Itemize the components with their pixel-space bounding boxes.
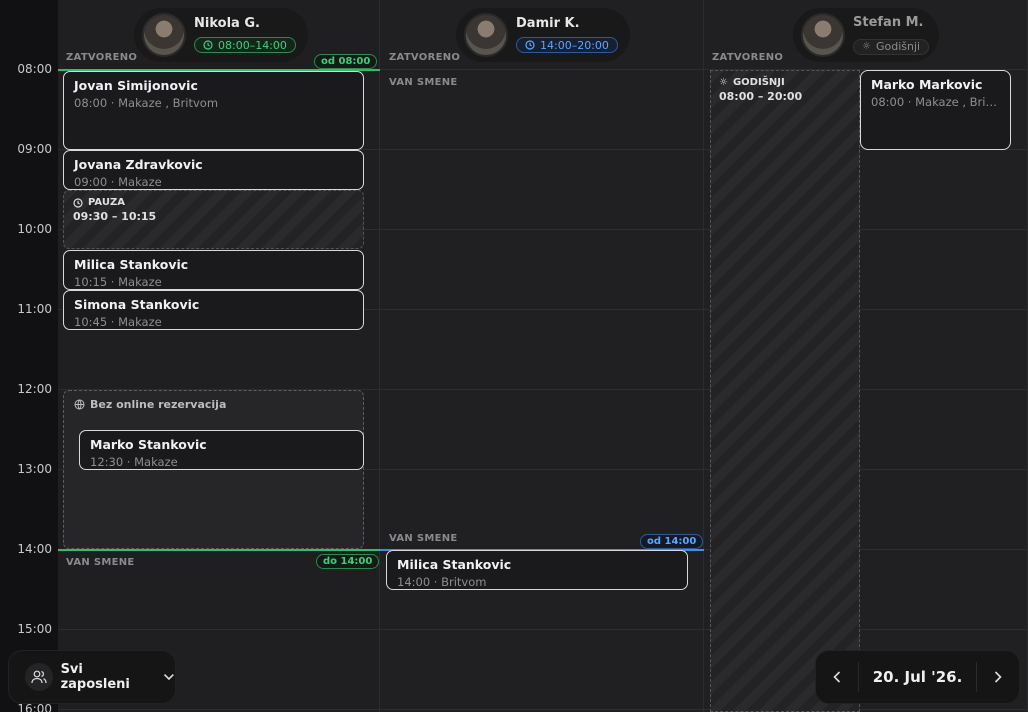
hour-line	[58, 629, 1028, 630]
next-day-button[interactable]	[977, 650, 1019, 704]
shift-status: Godišnji	[875, 40, 921, 54]
current-date[interactable]: 20. Jul '26.	[858, 662, 977, 692]
shift-start-tag: od 08:00	[314, 54, 378, 69]
staff-filter-dropdown[interactable]: Svi zaposleni	[8, 650, 176, 704]
time-column: 08:00 09:00 10:00 11:00 12:00 13:00 14:0…	[0, 0, 58, 712]
appointment-card[interactable]: Marko Stankovic 12:30 · Makaze	[79, 430, 364, 470]
vacation-title: GODIŠNJI	[732, 77, 785, 88]
staff-column-damir[interactable]	[380, 0, 704, 712]
break-time: 09:30 – 10:15	[73, 210, 157, 223]
shift-end-line	[58, 549, 380, 551]
appointment-detail: 09:00 · Makaze	[74, 175, 162, 189]
clock-icon	[203, 40, 213, 50]
clock-icon	[73, 197, 83, 208]
sun-icon: ☼	[862, 41, 871, 53]
prev-day-button[interactable]	[816, 650, 858, 704]
shift-badge: 14:00–20:00	[516, 37, 618, 53]
hour-line	[58, 709, 1028, 710]
staff-header-stefan[interactable]: Stefan M. ☼ Godišnji	[793, 8, 939, 62]
staff-name: Stefan M.	[853, 15, 924, 31]
off-shift-label: VAN SMENE	[389, 77, 458, 88]
client-name: Milica Stankovic	[397, 557, 512, 572]
date-navigator: 20. Jul '26.	[815, 650, 1020, 704]
appointment-detail: 08:00 · Makaze , Britvom	[74, 96, 219, 110]
appointment-detail: 12:30 · Makaze	[90, 455, 178, 469]
globe-off-icon	[74, 399, 85, 410]
time-label: 09:00	[17, 142, 52, 156]
shift-start-tag: od 14:00	[640, 534, 704, 549]
client-name: Simona Stankovic	[74, 297, 200, 312]
shift-time: 08:00–14:00	[218, 38, 287, 52]
client-name: Marko Markovic	[871, 77, 983, 92]
shift-end-tag: do 14:00	[316, 554, 380, 569]
time-label: 15:00	[17, 622, 52, 636]
client-name: Jovan Simijonovic	[74, 78, 198, 93]
avatar	[801, 13, 845, 57]
calendar-root: 08:00 09:00 10:00 11:00 12:00 13:00 14:0…	[0, 0, 1028, 712]
off-shift-label: VAN SMENE	[389, 533, 458, 544]
appointment-card[interactable]: Milica Stankovic 14:00 · Britvom	[386, 550, 688, 590]
time-label: 12:00	[17, 382, 52, 396]
staff-filter-label: Svi zaposleni	[60, 662, 130, 692]
appointment-detail: 10:45 · Makaze	[74, 315, 162, 329]
no-online-title: Bez online rezervacija	[90, 398, 227, 411]
avatar	[464, 13, 508, 57]
vacation-time: 08:00 – 20:00	[719, 90, 803, 103]
time-label: 10:00	[17, 222, 52, 236]
appointment-detail: 08:00 · Makaze , Britvom	[871, 95, 1000, 109]
avatar	[142, 13, 186, 57]
client-name: Milica Stankovic	[74, 257, 189, 272]
closed-label: ZATVORENO	[66, 52, 138, 63]
appointment-card[interactable]: Milica Stankovic 10:15 · Makaze	[63, 250, 364, 290]
time-label: 13:00	[17, 462, 52, 476]
shift-time: 14:00–20:00	[540, 38, 609, 52]
appointment-card[interactable]: Simona Stankovic 10:45 · Makaze	[63, 290, 364, 330]
chevron-left-icon	[833, 671, 841, 683]
off-shift-label: VAN SMENE	[66, 557, 135, 568]
closed-label: ZATVORENO	[389, 52, 461, 63]
appointment-card[interactable]: Marko Markovic 08:00 · Makaze , Britvom	[860, 70, 1011, 150]
staff-header-damir[interactable]: Damir K. 14:00–20:00	[456, 8, 630, 62]
closed-label: ZATVORENO	[712, 52, 784, 63]
appointment-detail: 14:00 · Britvom	[397, 575, 487, 589]
staff-name: Damir K.	[516, 16, 580, 31]
staff-name: Nikola G.	[194, 16, 260, 31]
time-label: 14:00	[17, 542, 52, 556]
vacation-badge: ☼ Godišnji	[853, 38, 930, 55]
client-name: Marko Stankovic	[90, 437, 207, 452]
client-name: Jovana Zdravkovic	[74, 157, 203, 172]
appointment-card[interactable]: Jovana Zdravkovic 09:00 · Makaze	[63, 150, 364, 190]
appointment-card[interactable]: Jovan Simijonovic 08:00 · Makaze , Britv…	[63, 71, 364, 150]
users-icon	[25, 663, 53, 691]
time-label: 08:00	[17, 62, 52, 76]
sun-icon: ☼	[719, 77, 728, 88]
chevron-down-icon	[164, 673, 175, 681]
clock-icon	[525, 40, 535, 50]
chevron-right-icon	[994, 671, 1002, 683]
vacation-block[interactable]: ☼ GODIŠNJI 08:00 – 20:00	[710, 70, 860, 712]
break-block[interactable]: PAUZA 09:30 – 10:15	[63, 190, 364, 249]
break-title: PAUZA	[88, 197, 125, 208]
time-label: 11:00	[17, 302, 52, 316]
staff-header-nikola[interactable]: Nikola G. 08:00–14:00	[134, 8, 308, 62]
appointment-detail: 10:15 · Makaze	[74, 275, 162, 289]
shift-badge: 08:00–14:00	[194, 37, 296, 53]
